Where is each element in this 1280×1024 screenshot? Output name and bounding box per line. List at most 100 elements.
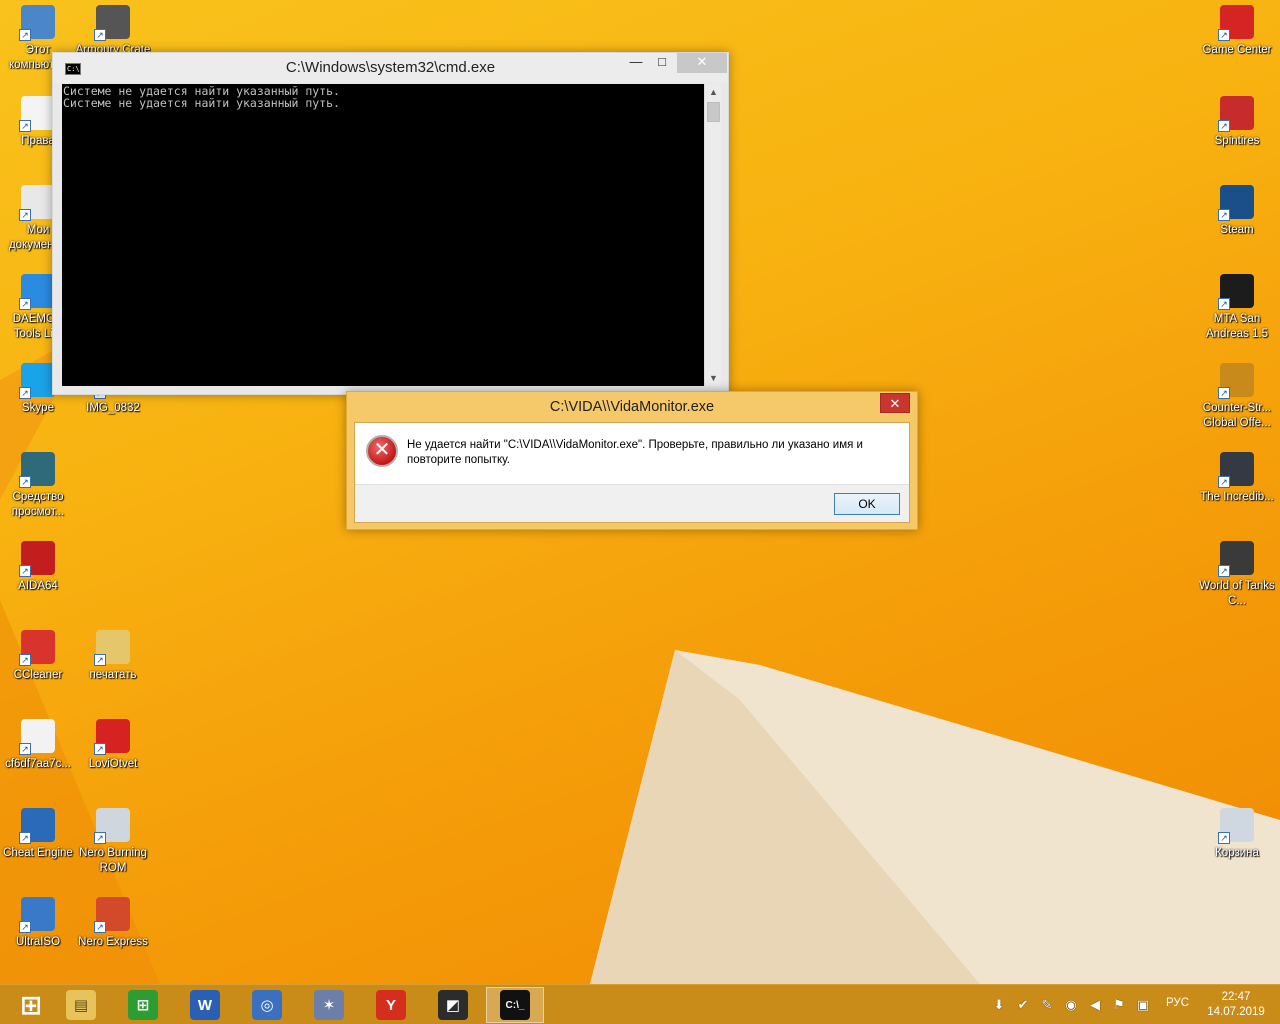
desktop-icon-label: печатать [89,669,137,681]
ok-button[interactable]: OK [834,493,900,515]
shortcut-arrow-icon: ↗ [94,832,106,844]
desktop-icon[interactable]: ↗ cf6df7aa7c... [0,719,76,772]
cheat-engine-icon: ↗ [19,808,55,844]
wot-icon: ↗ [1218,541,1254,577]
scrollbar-thumb[interactable] [707,102,720,122]
dialog-titlebar[interactable]: C:\VIDA\\VidaMonitor.exe ✕ [347,392,917,422]
dialog-message-area: ✕ Не удается найти "C:\VIDA\\VidaMonitor… [355,423,909,484]
shortcut-arrow-icon: ↗ [1218,832,1230,844]
desktop-icon[interactable]: ↗ CCleaner [0,630,76,683]
shortcut-arrow-icon: ↗ [19,832,31,844]
shortcut-arrow-icon: ↗ [1218,565,1230,577]
taskbar-gpu-tool-button[interactable]: ◩ [424,987,482,1023]
display-icon[interactable]: ▣ [1134,996,1152,1014]
desktop-icon[interactable]: ↗ Steam [1199,185,1275,238]
desktop-icon[interactable]: ↗ LoviOtvet [75,719,151,772]
cmd-system-icon[interactable]: C:\. [65,63,84,75]
desktop-icon[interactable]: ↗ The Incredib... [1199,452,1275,505]
taskbar-satellite-button[interactable]: ✶ [300,987,358,1023]
desktop-icon-label: Корзина [1215,847,1259,859]
game-center-icon: ↗ [1218,5,1254,41]
skype-icon: ↗ [19,363,55,399]
desktop-icon[interactable]: ↗ Средство просмот... [0,452,76,520]
gpu-tool-icon: ◩ [438,990,468,1020]
scroll-up-icon[interactable]: ▲ [705,84,722,100]
desktop-icon[interactable]: ↗ Корзина [1199,808,1275,861]
taskbar-word-button[interactable]: W [176,987,234,1023]
cmd-title: C:\Windows\system32\cmd.exe [285,59,496,76]
desktop-icon-label: Cheat Engine [3,847,73,859]
desktop-icon-label: Средство просмот... [11,491,65,518]
shortcut-arrow-icon: ↗ [94,654,106,666]
desktop-icon[interactable]: ↗ UltraISO [0,897,76,950]
shortcut-arrow-icon: ↗ [94,921,106,933]
shortcut-arrow-icon: ↗ [94,29,106,41]
taskbar-explorer-button[interactable]: ▤ [52,987,110,1023]
language-indicator[interactable]: РУС [1166,997,1189,1009]
close-button[interactable]: ✕ [677,53,727,73]
word-icon: W [190,990,220,1020]
desktop-icon[interactable]: ↗ Spintires [1199,96,1275,149]
recycle-bin-icon: ↗ [1218,808,1254,844]
desktop-icon[interactable]: ↗ Cheat Engine [0,808,76,861]
shortcut-arrow-icon: ↗ [19,921,31,933]
volume-icon[interactable]: ◀ [1086,996,1104,1014]
incredible-icon: ↗ [1218,452,1254,488]
mp3-icon: ↗ [19,719,55,755]
desktop-icon[interactable]: ↗ Counter-Str... Global Offe... [1199,363,1275,431]
taskbar-torrent-button[interactable]: ◎ [238,987,296,1023]
spintires-icon: ↗ [1218,96,1254,132]
desktop-icon[interactable]: ↗ Armoury Crate [75,5,151,58]
shortcut-arrow-icon: ↗ [19,29,31,41]
shortcut-arrow-icon: ↗ [19,387,31,399]
dialog-title: C:\VIDA\\VidaMonitor.exe [549,399,715,415]
taskbar-yandex-button[interactable]: Y [362,987,420,1023]
satellite-icon: ✶ [314,990,344,1020]
taskbar-cmd-button[interactable]: C:\_ [486,987,544,1023]
desktop-icon-label: cf6df7aa7c... [5,758,71,770]
desktop-icon[interactable]: ↗ печатать [75,630,151,683]
desktop-icon[interactable]: ↗ MTA San Andreas 1.5 [1199,274,1275,342]
taskbar-store-button[interactable]: ⊞ [114,987,172,1023]
document-icon: ↗ [19,96,55,132]
viewer-icon: ↗ [19,452,55,488]
maximize-button[interactable]: □ [647,53,677,73]
daemon-tools-icon: ↗ [19,274,55,310]
shortcut-arrow-icon: ↗ [19,743,31,755]
desktop-icon[interactable]: ↗ World of Tanks C... [1199,541,1275,609]
vertical-scrollbar[interactable]: ▲ ▼ [704,84,721,386]
flag-icon[interactable]: ⚑ [1110,996,1128,1014]
desktop-icon-label: The Incredib... [1200,491,1274,503]
dialog-body: ✕ Не удается найти "C:\VIDA\\VidaMonitor… [354,422,910,523]
desktop-icon-label: Game Center [1202,44,1272,56]
shortcut-arrow-icon: ↗ [94,743,106,755]
dialog-close-button[interactable]: ✕ [880,393,910,413]
tools-icon[interactable]: ✎ [1038,996,1056,1014]
shortcut-arrow-icon: ↗ [19,120,31,132]
error-dialog[interactable]: C:\VIDA\\VidaMonitor.exe ✕ ✕ Не удается … [346,391,918,530]
shortcut-arrow-icon: ↗ [1218,120,1230,132]
desktop-icon-label: IMG_0832 [86,402,140,414]
game-center-tray-icon[interactable]: ◉ [1062,996,1080,1014]
shortcut-arrow-icon: ↗ [19,565,31,577]
console-output[interactable]: Системе не удается найти указанный путь.… [62,84,704,386]
scroll-down-icon[interactable]: ▼ [705,370,722,386]
dialog-footer: OK [355,484,909,522]
desktop-icon-label: Steam [1220,224,1254,236]
download-arrow-icon[interactable]: ⬇ [990,996,1008,1014]
shortcut-arrow-icon: ↗ [19,209,31,221]
clock[interactable]: 22:47 14.07.2019 [1200,990,1272,1020]
cmd-window[interactable]: C:\. C:\Windows\system32\cmd.exe — □ ✕ С… [52,52,729,395]
mta-icon: ↗ [1218,274,1254,310]
computer-icon: ↗ [19,5,55,41]
folder-icon: ↗ [94,630,130,666]
shortcut-arrow-icon: ↗ [1218,476,1230,488]
desktop-icon[interactable]: ↗ AIDA64 [0,541,76,594]
desktop-icon[interactable]: ↗ Nero Burning ROM [75,808,151,876]
cmd-titlebar[interactable]: C:\. C:\Windows\system32\cmd.exe — □ ✕ [53,53,728,83]
clock-date: 14.07.2019 [1207,1006,1265,1018]
desktop-icon[interactable]: ↗ Nero Express [75,897,151,950]
file-explorer-icon: ▤ [66,990,96,1020]
network-check-icon[interactable]: ✔ [1014,996,1032,1014]
desktop-icon[interactable]: ↗ Game Center [1199,5,1275,58]
